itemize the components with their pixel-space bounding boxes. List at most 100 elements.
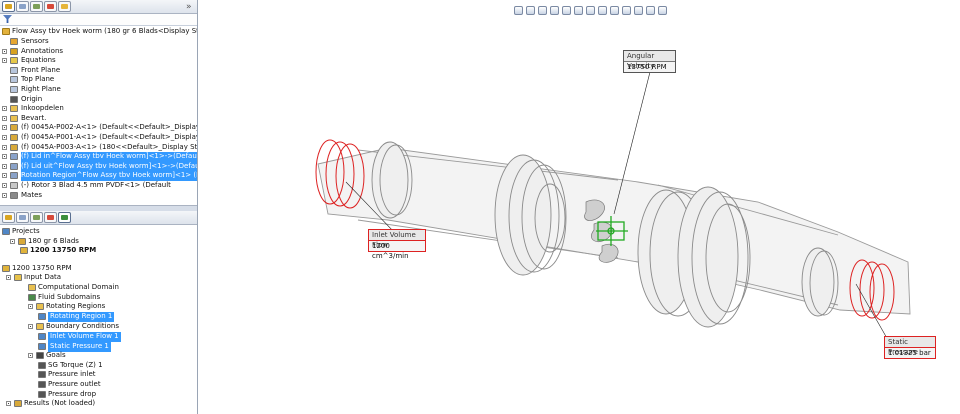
expand-toggle-icon[interactable] (2, 192, 7, 198)
callout-title: Static Pressure (885, 337, 935, 356)
projects-node[interactable]: Projects (0, 227, 197, 237)
collapse-chevron-icon[interactable]: » (186, 2, 192, 12)
callout-title: Inlet Volume Flow (369, 230, 425, 249)
expand-toggle-icon[interactable] (6, 275, 11, 280)
tree-node-label: Input Data (24, 273, 62, 281)
node-icon (14, 274, 22, 281)
goal-item[interactable]: Pressure inlet (0, 370, 197, 380)
expand-toggle-icon[interactable] (2, 106, 7, 112)
goals-node[interactable]: Goals (0, 351, 197, 361)
filter-icon[interactable] (3, 15, 12, 23)
feature-icon (10, 114, 18, 122)
node-icon (2, 228, 10, 235)
feature-tree-item[interactable]: (f) 0045A-P003-A<1> (180<<Default>_Displ… (0, 143, 197, 153)
tree-node-label: Projects (12, 227, 40, 235)
feature-icon (10, 86, 18, 93)
expand-toggle-icon[interactable] (28, 353, 33, 358)
expand-toggle-icon[interactable] (2, 115, 7, 121)
feature-tree-item[interactable]: (f) Lid uit^Flow Assy tbv Hoek worm]<1>-… (0, 161, 197, 172)
feature-tree-item[interactable]: (f) Lid in^Flow Assy tbv Hoek worm]<1>->… (0, 152, 197, 162)
feature-icon (10, 105, 18, 113)
inlet-volume-flow-node[interactable]: Inlet Volume Flow 1 (0, 332, 197, 342)
project-node[interactable]: 1200 13750 RPM (0, 246, 197, 256)
tab-feature-manager-2[interactable] (2, 212, 15, 223)
feature-icon (10, 182, 18, 189)
tab-display-manager[interactable] (58, 1, 71, 12)
feature-tree-item[interactable]: Annotations (0, 47, 197, 57)
tree-filter-row[interactable] (0, 14, 197, 26)
tree-node-label: Goals (46, 351, 66, 359)
feature-tree-item-label: Equations (21, 56, 56, 65)
feature-tree-item[interactable]: (-) Rotor 3 Blad 4.5 mm PVDF<1> (Default (0, 181, 197, 191)
node-icon (38, 362, 46, 369)
expand-toggle-icon[interactable] (28, 324, 33, 329)
goal-item[interactable]: Pressure outlet (0, 380, 197, 390)
assembly-model[interactable] (198, 0, 960, 414)
boundary-conditions-node[interactable]: Boundary Conditions (0, 322, 197, 332)
feature-tree-item[interactable]: Equations (0, 56, 197, 66)
feature-tree-item[interactable]: Top Plane (0, 75, 197, 85)
feature-icon (10, 95, 18, 103)
expand-toggle-icon[interactable] (2, 58, 7, 64)
expand-toggle-icon[interactable] (2, 125, 7, 131)
feature-icon (10, 143, 18, 151)
tab-configuration-manager[interactable] (30, 1, 43, 12)
expand-toggle-icon[interactable] (2, 135, 7, 140)
feature-tree-item-label: Rotation Region^Flow Assy tbv Hoek worm]… (21, 171, 197, 181)
feature-tree-item-label: (f) 0045A-P002-A<1> (Default<<Default>_D… (21, 123, 197, 132)
graphics-viewport[interactable]: Angular Velocity 13750 RPM Inlet Volume … (198, 0, 960, 414)
tab-flow-simulation[interactable] (58, 212, 71, 223)
tree-root-assembly[interactable]: Flow Assy tbv Hoek worm (180 gr 6 Blads<… (0, 27, 197, 37)
expand-toggle-icon[interactable] (28, 304, 33, 309)
feature-tree-item[interactable]: Mates (0, 191, 197, 201)
assembly-icon (2, 28, 10, 35)
node-icon (38, 391, 46, 398)
expand-toggle-icon[interactable] (2, 183, 7, 188)
tab-property-manager[interactable] (16, 1, 29, 12)
tab-property-manager-2[interactable] (16, 212, 29, 223)
callout-inlet-volume-flow[interactable]: Inlet Volume Flow 1200 cm^3/min (368, 229, 426, 260)
feature-tree-item[interactable]: Origin (0, 95, 197, 105)
results-node[interactable]: Results (Not loaded) (0, 399, 197, 409)
expand-toggle-icon[interactable] (2, 173, 7, 179)
node-icon (36, 303, 44, 310)
feature-tree-item[interactable]: Right Plane (0, 85, 197, 95)
feature-icon (10, 191, 18, 199)
feature-tree-item-label: Mates (21, 190, 43, 199)
tab-dimxpert-manager-2[interactable] (44, 212, 57, 223)
node-icon (36, 352, 44, 359)
rotating-regions-node[interactable]: Rotating Regions (0, 302, 197, 312)
feature-tree-item[interactable]: Front Plane (0, 66, 197, 76)
feature-tree-item[interactable]: Inkoopdelen (0, 104, 197, 114)
feature-tree-item[interactable]: (f) 0045A-P002-A<1> (Default<<Default>_D… (0, 123, 197, 133)
feature-tree-item[interactable]: Bevart. (0, 114, 197, 124)
feature-tree-item[interactable]: Rotation Region^Flow Assy tbv Hoek worm]… (0, 171, 197, 181)
tab-configuration-manager-2[interactable] (30, 212, 43, 223)
tree-node-label: Pressure outlet (48, 380, 101, 388)
feature-tree-item-label: Origin (21, 94, 43, 103)
expand-toggle-icon[interactable] (2, 144, 7, 150)
feature-tree-item-label: (-) Rotor 3 Blad 4.5 mm PVDF<1> (Default (21, 181, 171, 189)
input-data-node[interactable]: Input Data (0, 273, 197, 283)
expand-toggle-icon[interactable] (10, 239, 15, 244)
expand-toggle-icon[interactable] (6, 401, 11, 406)
node-icon (38, 381, 46, 388)
tree-node-label: Results (Not loaded) (24, 399, 96, 407)
callout-angular-velocity[interactable]: Angular Velocity 13750 RPM (623, 50, 676, 73)
tree-node-label: 1200 13750 RPM (30, 246, 97, 254)
feature-icon (10, 57, 18, 65)
rotating-region-1-node[interactable]: Rotating Region 1 (0, 312, 197, 322)
tab-feature-manager[interactable] (2, 1, 15, 12)
expand-toggle-icon[interactable] (2, 154, 7, 160)
tab-dimxpert-manager[interactable] (44, 1, 57, 12)
callout-static-pressure[interactable]: Static Pressure 1.01325 bar (884, 336, 936, 359)
expand-toggle-icon[interactable] (2, 163, 7, 169)
flow-tabbar (0, 211, 197, 225)
feature-icon (10, 124, 18, 132)
feature-tree-item[interactable]: (f) 0045A-P001-A<1> (Default<<Default>_D… (0, 133, 197, 143)
feature-tree-item[interactable]: Sensors (0, 37, 197, 47)
callout-value: 1.01325 bar (885, 348, 935, 358)
feature-tree-item-label: (f) Lid uit^Flow Assy tbv Hoek worm]<1>-… (21, 161, 197, 172)
expand-toggle-icon[interactable] (2, 48, 7, 54)
computational-domain-node[interactable]: Computational Domain (0, 283, 197, 293)
